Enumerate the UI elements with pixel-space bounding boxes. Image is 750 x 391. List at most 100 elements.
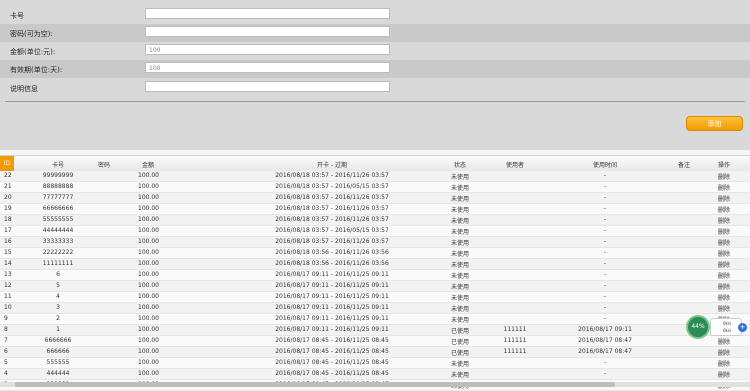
row-id: 18 [4,216,12,223]
row-card-no: 6666666 [44,337,72,344]
row-delete-link[interactable]: 删除 [718,293,730,302]
row-status: 未使用 [450,372,469,379]
row-status: 未使用 [450,229,469,236]
scrollbar-thumb[interactable] [15,382,615,387]
table-row: 17 44444444 100.00 2016/08/18 03:57 - 2016/… [0,226,750,237]
speed-percent-badge[interactable]: 44% [686,315,710,339]
row-validity: 2016/08/18 03:57 - 2016/11/26 03:57 [275,172,389,179]
row-used-time: - [603,172,607,179]
row-card-no: 2 [56,315,60,322]
col-header-used-time[interactable]: 使用时间 [570,160,640,169]
row-used-time: - [603,293,607,300]
row-used-time: - [603,183,607,190]
row-delete-link[interactable]: 删除 [718,216,730,225]
row-status: 未使用 [450,306,469,313]
row-id: 16 [4,238,12,245]
card-no-input[interactable] [145,8,390,19]
row-status: 未使用 [450,262,469,269]
form-row-validity: 有效期(单位:天): 100 [0,60,750,78]
plus-icon[interactable]: + [738,323,747,332]
row-card-no: 99999999 [42,172,74,179]
row-card-no: 1 [56,326,60,333]
table-row: 13 6 100.00 2016/08/17 09:11 - 2016/11/25 0… [0,270,750,281]
amount-input[interactable]: 100 [145,44,390,55]
row-amount: 100.00 [138,227,159,234]
row-card-no: 444444 [46,370,70,377]
col-header-actions[interactable]: 操作 [718,160,730,169]
col-header-validity[interactable]: 开卡 - 过期 [252,160,412,169]
row-used-time: - [603,304,607,311]
row-delete-link[interactable]: 删除 [718,348,730,357]
row-card-no: 33333333 [42,238,74,245]
table-row: 14 11111111 100.00 2016/08/18 03:56 - 2016/… [0,259,750,270]
row-amount: 100.00 [138,370,159,377]
row-status: 未使用 [450,240,469,247]
row-card-no: 666666 [46,348,70,355]
horizontal-scrollbar[interactable] [0,382,750,387]
row-id: 8 [4,326,8,333]
col-header-id[interactable]: ID [0,156,14,171]
row-delete-link[interactable]: 删除 [718,194,730,203]
row-status: 未使用 [450,174,469,181]
row-id: 14 [4,260,12,267]
row-user: 111111 [503,337,527,344]
row-delete-link[interactable]: 删除 [718,304,730,313]
row-status: 未使用 [450,251,469,258]
row-status: 已使用 [450,328,469,335]
row-card-no: 555555 [46,359,70,366]
row-delete-link[interactable]: 删除 [718,172,730,181]
row-delete-link[interactable]: 删除 [718,249,730,258]
row-delete-link[interactable]: 删除 [718,205,730,214]
row-used-time: - [603,194,607,201]
download-speed: 0k/s [723,328,732,333]
add-button[interactable]: 添加 [686,116,743,131]
row-id: 17 [4,227,12,234]
row-amount: 100.00 [138,271,159,278]
row-delete-link[interactable]: 删除 [718,260,730,269]
row-validity: 2016/08/18 03:56 - 2016/11/26 03:56 [275,260,389,267]
col-header-password[interactable]: 密码 [98,160,110,169]
row-validity: 2016/08/18 03:57 - 2016/11/26 03:57 [275,205,389,212]
row-validity: 2016/08/17 09:11 - 2016/11/25 09:11 [275,304,389,311]
row-amount: 100.00 [138,348,159,355]
table-row: 21 88888888 100.00 2016/08/18 03:57 - 2016/… [0,182,750,193]
row-card-no: 66666666 [42,205,74,212]
description-input[interactable] [145,81,390,92]
row-delete-link[interactable]: 删除 [718,359,730,368]
row-card-no: 5 [56,282,60,289]
form-row-amount: 金额(单位:元): 100 [0,42,750,60]
password-input[interactable] [145,26,390,37]
row-status: 未使用 [450,218,469,225]
row-used-time: - [603,359,607,366]
row-status: 未使用 [450,284,469,291]
row-amount: 100.00 [138,282,159,289]
col-header-card-no[interactable]: 卡号 [38,160,78,169]
row-used-time: - [603,315,607,322]
col-header-note[interactable]: 备注 [678,160,690,169]
row-id: 9 [4,315,8,322]
row-id: 4 [4,370,8,377]
row-validity: 2016/08/18 03:57 - 2016/11/26 03:57 [275,216,389,223]
row-user: 111111 [503,326,527,333]
table-row: 4 444444 100.00 2016/08/17 08:45 - 2016/11/… [0,369,750,380]
row-delete-link[interactable]: 删除 [718,183,730,192]
validity-input[interactable]: 100 [145,62,390,73]
table-row: 11 4 100.00 2016/08/17 09:11 - 2016/11/25 0… [0,292,750,303]
table-header: ID 卡号 密码 金额 开卡 - 过期 状态 使用者 使用时间 备注 操作 [0,155,750,172]
row-card-no: 44444444 [42,227,74,234]
row-delete-link[interactable]: 删除 [718,238,730,247]
table-row: 5 555555 100.00 2016/08/17 08:45 - 2016/11/… [0,358,750,369]
row-delete-link[interactable]: 删除 [718,271,730,280]
row-card-no: 3 [56,304,60,311]
col-header-user[interactable]: 使用者 [500,160,530,169]
validity-label: 有效期(单位:天): [10,66,63,74]
col-header-amount[interactable]: 金额 [142,160,154,169]
row-delete-link[interactable]: 删除 [718,282,730,291]
row-status: 未使用 [450,196,469,203]
network-speed-widget[interactable]: 44% 0k/s 0k/s + [686,315,747,339]
row-id: 7 [4,337,8,344]
col-header-status[interactable]: 状态 [448,160,472,169]
row-delete-link[interactable]: 删除 [718,370,730,379]
row-validity: 2016/08/17 09:11 - 2016/11/25 09:11 [275,271,389,278]
row-delete-link[interactable]: 删除 [718,227,730,236]
